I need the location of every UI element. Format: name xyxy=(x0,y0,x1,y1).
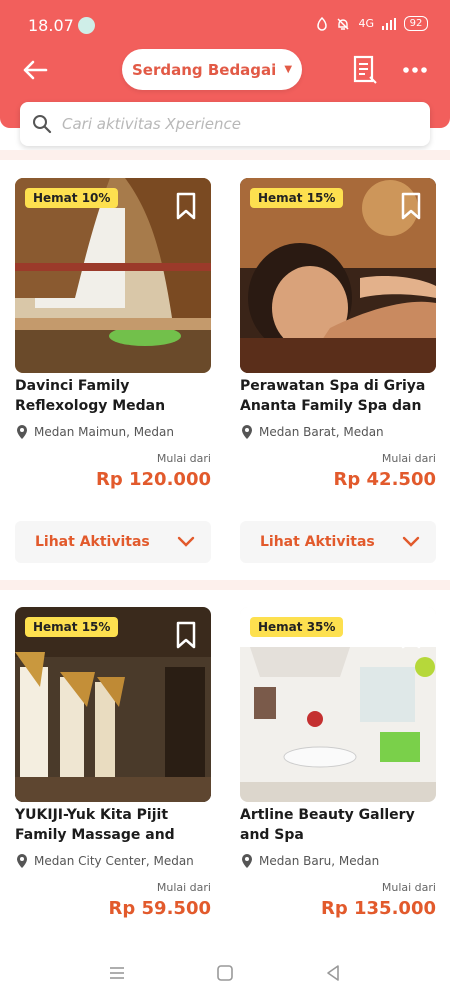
price-label: Mulai dari xyxy=(381,881,436,894)
network-type: 4G xyxy=(358,17,374,30)
recent-apps-icon[interactable] xyxy=(108,965,126,981)
product-image: Hemat 15% xyxy=(15,607,211,802)
product-location: Medan Baru, Medan xyxy=(240,853,379,869)
discount-badge: Hemat 35% xyxy=(250,617,344,637)
section-divider xyxy=(0,150,450,160)
price-label: Mulai dari xyxy=(156,452,211,465)
bookmark-icon[interactable] xyxy=(175,192,197,220)
notification-icon xyxy=(78,17,95,34)
status-icons: 4G 92 xyxy=(316,16,428,31)
product-price: Rp 42.500 xyxy=(333,469,436,490)
caret-down-icon: ▼ xyxy=(284,64,293,75)
search-input[interactable] xyxy=(60,114,404,134)
search-bar[interactable] xyxy=(20,102,430,146)
chevron-down-icon xyxy=(177,536,195,547)
bookmark-icon[interactable] xyxy=(175,621,197,649)
product-title[interactable]: Artline Beauty Gallery and Spa xyxy=(240,805,436,845)
product-price: Rp 135.000 xyxy=(321,898,436,919)
bookmark-icon[interactable] xyxy=(400,192,422,220)
product-price: Rp 59.500 xyxy=(108,898,211,919)
mute-icon xyxy=(337,18,349,30)
product-location: Medan Barat, Medan xyxy=(240,424,384,440)
home-icon[interactable] xyxy=(216,964,234,982)
product-title[interactable]: YUKIJI-Yuk Kita Pijit Family Massage and… xyxy=(15,805,211,845)
price-label: Mulai dari xyxy=(156,881,211,894)
product-title[interactable]: Perawatan Spa di Griya Ananta Family Spa… xyxy=(240,376,436,416)
price-label: Mulai dari xyxy=(381,452,436,465)
signal-icon xyxy=(382,17,396,30)
product-price: Rp 120.000 xyxy=(96,469,211,490)
view-activity-label: Lihat Aktivitas xyxy=(35,534,150,550)
discount-badge: Hemat 15% xyxy=(25,617,119,637)
system-nav-bar xyxy=(0,945,450,1000)
chevron-down-icon xyxy=(402,536,420,547)
view-activity-label: Lihat Aktivitas xyxy=(260,534,375,550)
location-text: Medan Barat, Medan xyxy=(259,425,384,439)
section-divider xyxy=(0,580,450,590)
product-title[interactable]: Davinci Family Reflexology Medan xyxy=(15,376,211,416)
bookmark-icon[interactable] xyxy=(400,621,422,649)
location-label: Serdang Bedagai xyxy=(131,60,277,79)
location-selector[interactable]: Serdang Bedagai ▼ xyxy=(122,49,302,90)
product-location: Medan Maimun, Medan xyxy=(15,424,174,440)
back-nav-icon[interactable] xyxy=(324,964,342,982)
product-image: Hemat 15% xyxy=(240,178,436,373)
battery-indicator: 92 xyxy=(404,16,428,31)
order-list-icon[interactable] xyxy=(352,55,378,85)
location-pin-icon xyxy=(17,425,27,439)
discount-badge: Hemat 15% xyxy=(250,188,344,208)
back-arrow-icon[interactable] xyxy=(20,55,50,85)
status-bar: 18.07 4G 92 xyxy=(0,0,450,50)
view-activity-button[interactable]: Lihat Aktivitas xyxy=(240,521,436,563)
location-text: Medan City Center, Medan xyxy=(34,854,194,868)
view-activity-button[interactable]: Lihat Aktivitas xyxy=(15,521,211,563)
discount-badge: Hemat 10% xyxy=(25,188,119,208)
location-pin-icon xyxy=(17,854,27,868)
location-pin-icon xyxy=(242,854,252,868)
alarm-icon xyxy=(317,16,328,31)
status-time: 18.07 xyxy=(28,16,74,35)
product-image: Hemat 35% xyxy=(240,607,436,802)
more-options-icon[interactable] xyxy=(402,60,428,80)
product-image: Hemat 10% xyxy=(15,178,211,373)
search-icon xyxy=(33,115,52,134)
location-pin-icon xyxy=(242,425,252,439)
location-text: Medan Maimun, Medan xyxy=(34,425,175,439)
product-location: Medan City Center, Medan xyxy=(15,853,194,869)
location-text: Medan Baru, Medan xyxy=(259,854,380,868)
